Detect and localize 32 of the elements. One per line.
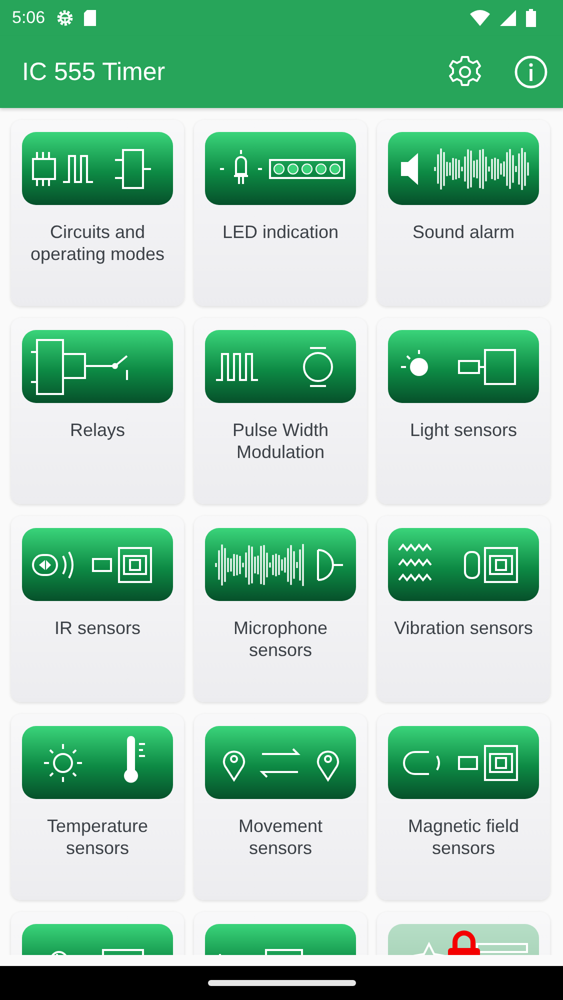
card-label: Temperature sensors	[46, 815, 150, 859]
card-label: IR sensors	[54, 617, 141, 639]
card-label: Microphone sensors	[232, 617, 329, 661]
info-icon[interactable]	[513, 54, 549, 90]
card-label: Vibration sensors	[394, 617, 533, 639]
signal-icon	[499, 9, 517, 27]
menu-card[interactable]: Temperature sensors	[11, 714, 184, 900]
sd-card-icon	[83, 9, 98, 27]
app-title: IC 555 Timer	[22, 58, 166, 86]
menu-card[interactable]: Pulse Width Modulation	[194, 318, 367, 504]
menu-card[interactable]: Movement sensors	[194, 714, 367, 900]
card-label: Light sensors	[410, 419, 518, 441]
card-label: Movement sensors	[237, 815, 324, 859]
menu-card[interactable]: Vibration sensors	[377, 516, 550, 702]
card-label: Circuits and operating modes	[29, 221, 166, 265]
menu-card[interactable]: Sound alarm	[377, 120, 550, 306]
gear-icon	[55, 8, 76, 28]
card-label: Pulse Width Modulation	[231, 419, 330, 463]
menu-card[interactable]: Magnetic field sensors	[377, 714, 550, 900]
menu-card[interactable]: Circuits and operating modes	[11, 120, 184, 306]
menu-card[interactable]: Light sensors	[377, 318, 550, 504]
menu-card[interactable]: LED indication	[194, 120, 367, 306]
card-label: LED indication	[222, 221, 339, 243]
battery-icon	[525, 8, 537, 28]
card-label: Relays	[70, 419, 126, 441]
status-time: 5:06	[12, 8, 46, 28]
card-label: Sound alarm	[412, 221, 515, 243]
wifi-icon	[469, 9, 491, 27]
menu-card[interactable]: Relays	[11, 318, 184, 504]
card-label: Magnetic field sensors	[406, 815, 520, 859]
menu-card[interactable]: IR sensors	[11, 516, 184, 702]
menu-card[interactable]: Microphone sensors	[194, 516, 367, 702]
